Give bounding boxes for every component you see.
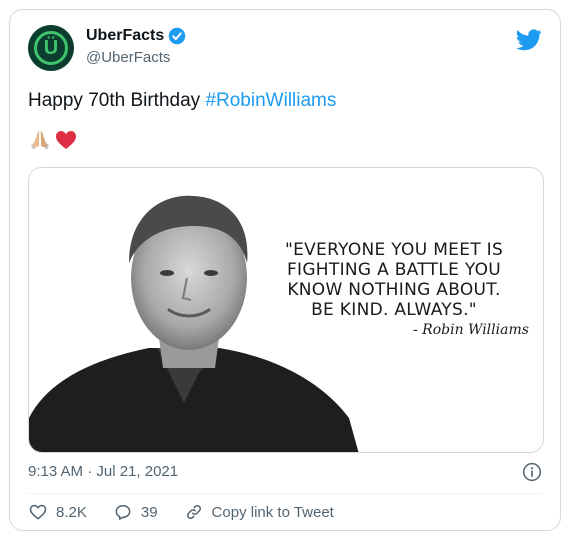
tweet-body: Happy 70th Birthday xyxy=(28,90,206,111)
quote-signature: - Robin Williams xyxy=(413,322,529,338)
reply-count: 39 xyxy=(140,503,158,521)
divider xyxy=(28,493,542,494)
tweet-card: Ü UberFacts @UberFacts Happy 70th Birthd… xyxy=(9,9,561,531)
avatar-logo: Ü xyxy=(34,31,68,65)
red-heart-icon xyxy=(56,131,76,149)
emoji-row xyxy=(28,128,78,152)
quote-text: "EVERYONE YOU MEET IS FIGHTING A BATTLE … xyxy=(259,240,529,320)
tweet-header: Ü UberFacts @UberFacts xyxy=(28,25,542,73)
reply-bubble-icon xyxy=(115,505,131,520)
display-name[interactable]: UberFacts xyxy=(86,27,164,45)
copy-link-button[interactable]: Copy link to Tweet xyxy=(184,502,334,522)
twitter-bird-icon[interactable] xyxy=(516,29,542,51)
tweet-text: Happy 70th Birthday #RobinWilliams xyxy=(28,90,336,112)
tweet-timestamp[interactable]: 9:13 AM · Jul 21, 2021 xyxy=(28,463,178,480)
quote-line: BE KIND. ALWAYS." xyxy=(311,300,477,320)
info-icon[interactable] xyxy=(522,462,542,482)
quote-line: FIGHTING A BATTLE YOU xyxy=(286,260,502,280)
tweet-meta: 9:13 AM · Jul 21, 2021 xyxy=(28,461,542,483)
link-icon xyxy=(186,504,201,520)
copy-link-label: Copy link to Tweet xyxy=(211,503,334,521)
avatar-letter: Ü xyxy=(43,37,59,59)
quote-line: KNOW NOTHING ABOUT. xyxy=(287,280,501,300)
verified-badge-icon xyxy=(169,27,186,45)
account-names: UberFacts @UberFacts xyxy=(86,27,186,66)
hashtag-link[interactable]: #RobinWilliams xyxy=(205,90,336,111)
folded-hands-icon xyxy=(31,131,49,150)
like-count: 8.2K xyxy=(56,503,87,521)
quote-line: "EVERYONE YOU MEET IS xyxy=(284,240,504,260)
display-name-row: UberFacts xyxy=(86,27,186,45)
account-handle[interactable]: @UberFacts xyxy=(86,49,186,66)
heart-outline-icon xyxy=(29,504,47,520)
tweet-media-image[interactable]: "EVERYONE YOU MEET IS FIGHTING A BATTLE … xyxy=(28,167,544,453)
like-button[interactable]: 8.2K xyxy=(28,502,87,522)
tweet-actions: 8.2K 39 Copy link to Tweet xyxy=(28,502,360,522)
avatar[interactable]: Ü xyxy=(28,25,74,71)
reply-button[interactable]: 39 xyxy=(113,502,158,522)
